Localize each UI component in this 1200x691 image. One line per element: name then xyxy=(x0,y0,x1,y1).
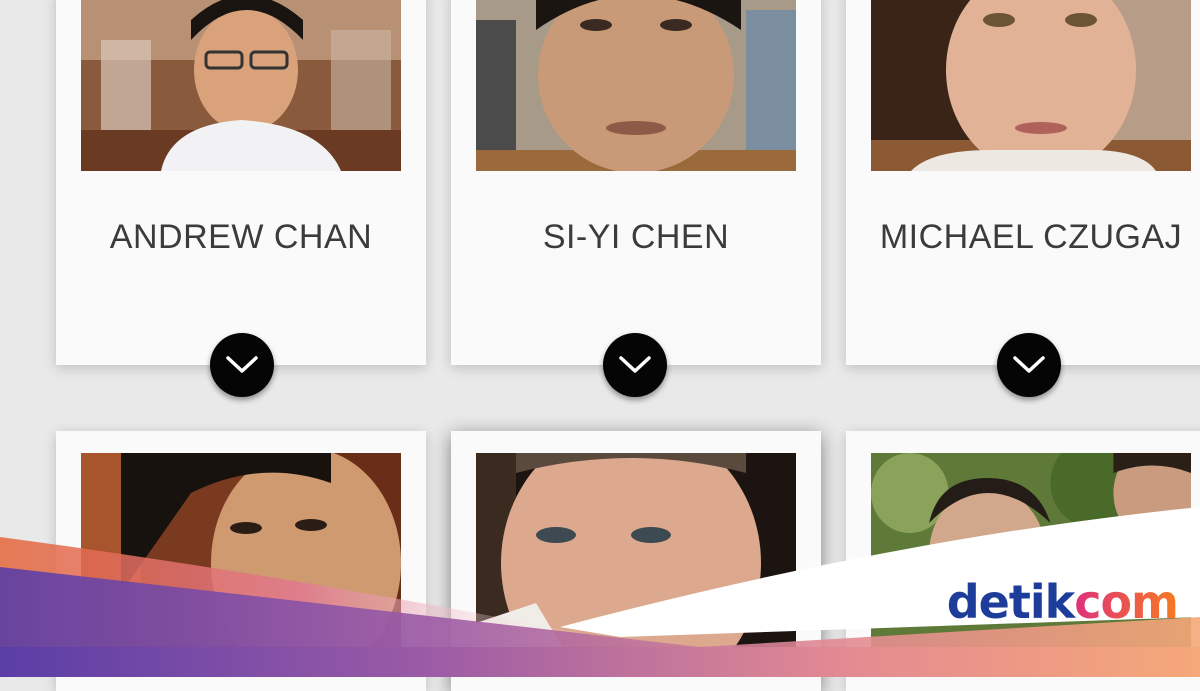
expand-button-si-yi-chen[interactable] xyxy=(603,333,667,397)
profile-card-michael-czugaj[interactable]: MICHAEL CZUGAJ xyxy=(846,0,1200,365)
logo-brand: detik xyxy=(946,575,1075,629)
chevron-down-icon xyxy=(1013,356,1045,373)
detik-logo: detikcom xyxy=(946,575,1179,629)
profile-name: SI-YI CHEN xyxy=(542,218,730,256)
expand-button-michael-czugaj[interactable] xyxy=(997,333,1061,397)
chevron-down-icon xyxy=(619,356,651,373)
expand-button-andrew-chan[interactable] xyxy=(210,333,274,397)
profile-photo xyxy=(81,0,401,171)
chevron-down-icon xyxy=(226,356,258,373)
profile-card-andrew-chan[interactable]: ANDREW CHAN xyxy=(56,0,426,365)
profile-photo xyxy=(476,0,796,171)
logo-suffix: com xyxy=(1074,575,1179,629)
profile-name: MICHAEL CZUGAJ xyxy=(879,218,1183,256)
profile-name: ANDREW CHAN xyxy=(109,218,373,256)
profile-photo xyxy=(871,0,1191,171)
profile-card-si-yi-chen[interactable]: SI-YI CHEN xyxy=(451,0,821,365)
